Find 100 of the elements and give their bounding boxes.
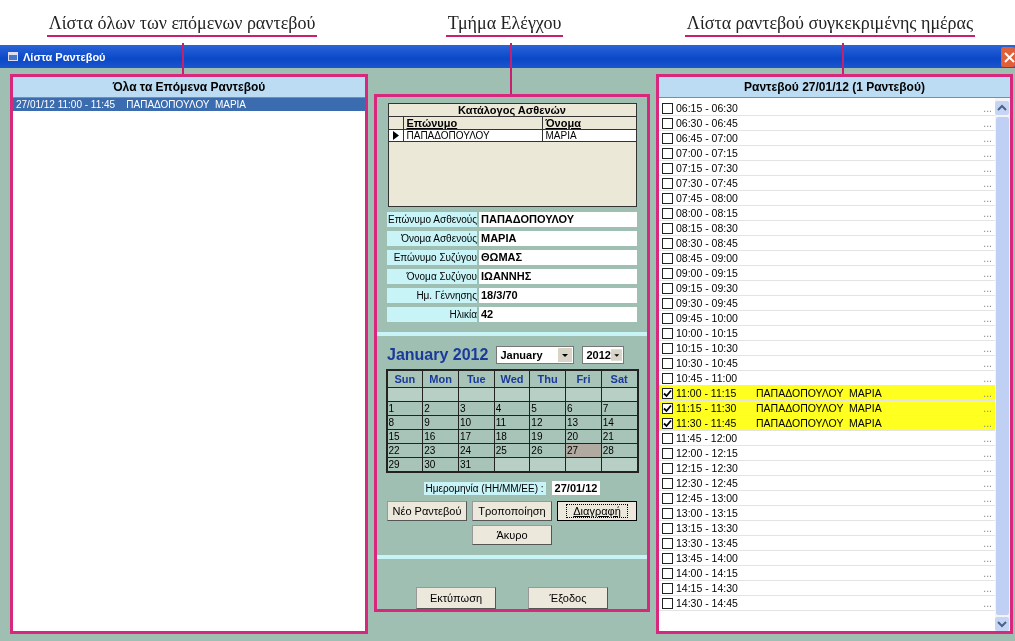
calendar-day[interactable]: 18 [494,430,530,444]
calendar-day[interactable]: 25 [494,444,530,458]
calendar-day[interactable]: 28 [601,444,637,458]
checkbox[interactable] [662,417,673,429]
more-link[interactable]: ... [983,432,995,444]
checkbox[interactable] [662,117,673,129]
more-link[interactable]: ... [983,552,995,564]
checkbox[interactable] [662,372,673,384]
checkbox[interactable] [662,177,673,189]
more-link[interactable]: ... [983,282,995,294]
text-field[interactable]: ΠΑΠΑΔΟΠΟΥΛΟΥ [479,212,637,228]
more-link[interactable]: ... [983,417,995,429]
action-button[interactable]: Άκυρο [472,525,552,546]
calendar-day[interactable]: 22 [387,444,423,458]
more-link[interactable]: ... [983,297,995,309]
calendar-day[interactable]: 12 [530,416,566,430]
more-link[interactable]: ... [983,102,995,114]
text-field[interactable]: 42 [479,307,637,323]
more-link[interactable]: ... [983,477,995,489]
calendar-day[interactable]: 30 [423,458,458,472]
checkbox[interactable] [662,432,673,444]
calendar-day[interactable]: 11 [494,416,530,430]
text-field[interactable]: ΘΩΜΑΣ [479,250,637,266]
more-link[interactable]: ... [983,507,995,519]
checkbox[interactable] [662,507,673,519]
more-link[interactable]: ... [983,537,995,549]
checkbox[interactable] [662,462,673,474]
calendar-day[interactable]: 5 [530,402,566,416]
checkbox[interactable] [662,402,673,414]
more-link[interactable]: ... [983,522,995,534]
calendar-day[interactable]: 3 [458,402,494,416]
checkbox[interactable] [662,447,673,459]
more-link[interactable]: ... [983,207,995,219]
checkbox[interactable] [662,552,673,564]
checkbox[interactable] [662,567,673,579]
calendar-day[interactable]: 24 [458,444,494,458]
calendar-day[interactable]: 4 [494,402,530,416]
checkbox[interactable] [662,267,673,279]
calendar-day[interactable]: 10 [458,416,494,430]
checkbox[interactable] [662,162,673,174]
checkbox[interactable] [662,477,673,489]
more-link[interactable]: ... [983,597,995,609]
calendar-day[interactable]: 21 [601,430,637,444]
checkbox[interactable] [662,147,673,159]
more-link[interactable]: ... [983,492,995,504]
scroll-up-icon[interactable] [995,101,1009,115]
close-icon[interactable] [1001,46,1015,67]
more-link[interactable]: ... [983,312,995,324]
more-link[interactable]: ... [983,327,995,339]
checkbox[interactable] [662,312,673,324]
checkbox[interactable] [662,357,673,369]
checkbox[interactable] [662,132,673,144]
calendar-day[interactable]: 31 [458,458,494,472]
calendar-day[interactable]: 14 [601,416,637,430]
calendar-day[interactable]: 8 [387,416,423,430]
year-dropdown[interactable]: 2012 [582,346,625,365]
more-link[interactable]: ... [983,252,995,264]
more-link[interactable]: ... [983,177,995,189]
calendar-day[interactable]: 2 [423,402,458,416]
text-field[interactable]: 18/3/70 [479,288,637,304]
more-link[interactable]: ... [983,567,995,579]
calendar-day[interactable]: 26 [530,444,566,458]
calendar-day[interactable]: 7 [601,402,637,416]
calendar-day[interactable]: 9 [423,416,458,430]
calendar-day[interactable]: 17 [458,430,494,444]
checkbox[interactable] [662,222,673,234]
more-link[interactable]: ... [983,387,995,399]
more-link[interactable]: ... [983,117,995,129]
action-button[interactable]: Τροποποίηση [472,501,552,522]
checkbox[interactable] [662,327,673,339]
more-link[interactable]: ... [983,357,995,369]
checkbox[interactable] [662,492,673,504]
checkbox[interactable] [662,582,673,594]
checkbox[interactable] [662,282,673,294]
more-link[interactable]: ... [983,582,995,594]
scrollbar[interactable] [995,98,1010,631]
more-link[interactable]: ... [983,267,995,279]
checkbox[interactable] [662,102,673,114]
more-link[interactable]: ... [983,192,995,204]
calendar-day[interactable]: 6 [566,402,601,416]
calendar-day[interactable]: 23 [423,444,458,458]
bottom-button[interactable]: Έξοδος [528,587,608,609]
checkbox[interactable] [662,387,673,399]
calendar-day[interactable]: 29 [387,458,423,472]
calendar-day[interactable]: 13 [566,416,601,430]
calendar-day[interactable]: 16 [423,430,458,444]
checkbox[interactable] [662,537,673,549]
more-link[interactable]: ... [983,162,995,174]
checkbox[interactable] [662,342,673,354]
checkbox[interactable] [662,522,673,534]
calendar-day[interactable]: 20 [566,430,601,444]
calendar-day[interactable]: 15 [387,430,423,444]
bottom-button[interactable]: Εκτύπωση [416,587,496,609]
more-link[interactable]: ... [983,147,995,159]
more-link[interactable]: ... [983,222,995,234]
scroll-down-icon[interactable] [995,617,1009,631]
more-link[interactable]: ... [983,237,995,249]
more-link[interactable]: ... [983,402,995,414]
text-field[interactable]: ΜΑΡΙΑ [479,231,637,247]
calendar-day[interactable]: 27 [566,444,601,458]
